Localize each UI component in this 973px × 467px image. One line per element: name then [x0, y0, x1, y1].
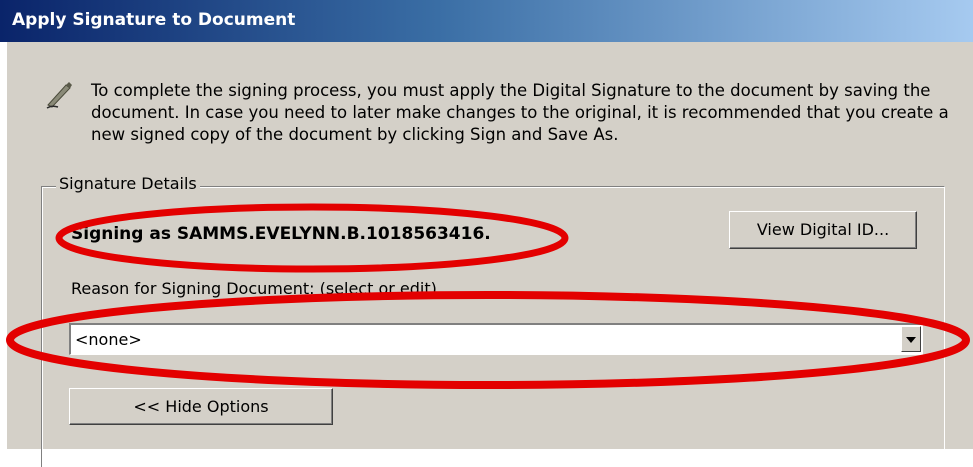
dialog-body: To complete the signing process, you mus…	[6, 42, 973, 467]
dropdown-arrow-button[interactable]	[901, 326, 921, 352]
chevron-down-icon	[906, 337, 916, 343]
reason-value: <none>	[75, 330, 142, 349]
reason-label: Reason for Signing Document: (select or …	[71, 279, 437, 298]
title-bar: Apply Signature to Document	[0, 0, 973, 42]
signature-details-legend: Signature Details	[56, 174, 200, 193]
window-title: Apply Signature to Document	[12, 10, 296, 30]
signing-as-text: Signing as SAMMS.EVELYNN.B.1018563416.	[71, 224, 491, 244]
reason-combobox[interactable]: <none>	[69, 323, 923, 355]
instructions-text: To complete the signing process, you mus…	[91, 81, 949, 144]
hide-options-button[interactable]: << Hide Options	[69, 388, 333, 425]
view-digital-id-button[interactable]: View Digital ID...	[729, 211, 917, 249]
pen-icon	[46, 82, 72, 109]
